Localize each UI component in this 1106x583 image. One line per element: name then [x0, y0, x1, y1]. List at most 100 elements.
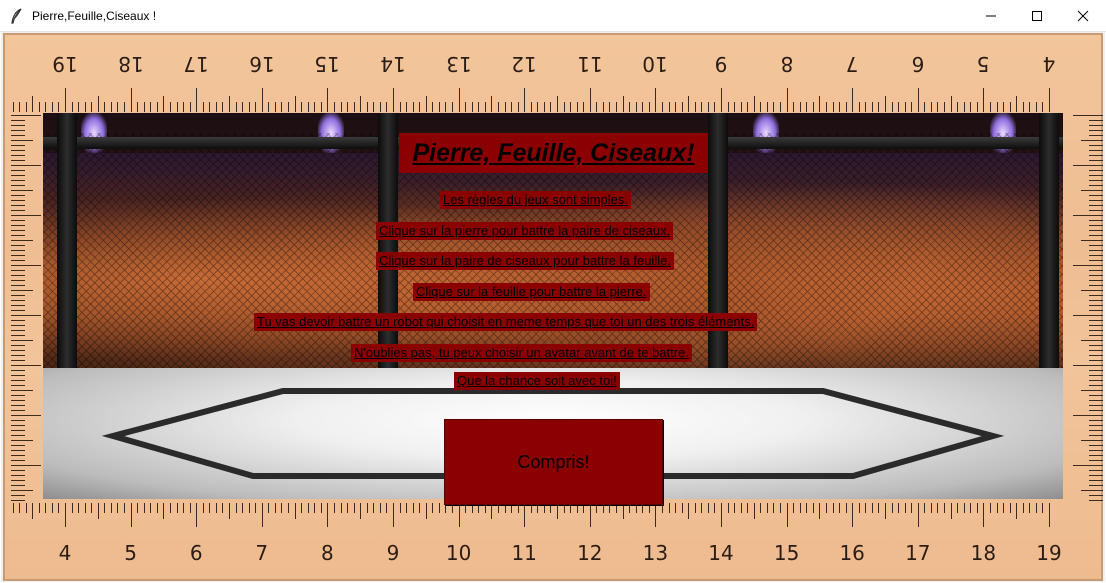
ruler-tick	[1089, 300, 1103, 301]
ruler-tick	[11, 360, 25, 361]
close-button[interactable]	[1060, 0, 1106, 32]
ruler-tick	[196, 88, 198, 112]
minimize-button[interactable]	[968, 0, 1014, 32]
ruler-tick	[1073, 465, 1103, 466]
ruler-tick	[714, 102, 716, 112]
ruler-tick	[11, 415, 41, 416]
ruler-tick	[996, 503, 998, 513]
ruler-tick	[169, 503, 171, 513]
ruler-tick	[950, 503, 952, 519]
ruler-tick	[353, 503, 355, 513]
ruler-tick	[45, 102, 47, 112]
ruler-tick	[1081, 340, 1103, 341]
ruler-tick	[51, 102, 53, 112]
ruler-tick	[1089, 255, 1103, 256]
ruler-tick	[773, 102, 775, 112]
ruler-tick	[1089, 220, 1103, 221]
ruler-tick	[1073, 265, 1103, 266]
ruler-tick	[11, 265, 41, 266]
ruler-tick	[1089, 395, 1103, 396]
ruler-tick	[11, 455, 25, 456]
ruler-tick	[84, 503, 86, 513]
ruler-tick	[137, 102, 139, 112]
ruler-tick	[1029, 102, 1031, 112]
ruler-tick	[235, 503, 237, 513]
ruler-tick	[11, 180, 25, 181]
ruler-number: 16	[249, 52, 275, 76]
ruler-tick	[307, 102, 309, 112]
ruler-tick	[957, 503, 959, 513]
ruler-number: 17	[183, 52, 209, 76]
ruler-tick	[740, 102, 742, 112]
ruler-tick	[1081, 140, 1103, 141]
ruler-number: 9	[714, 52, 728, 76]
ruler-tick	[780, 503, 782, 513]
ruler-tick	[11, 470, 25, 471]
ruler-tick	[1089, 325, 1103, 326]
ruler-tick	[314, 102, 316, 112]
ruler-tick	[104, 102, 106, 112]
ruler-tick	[885, 96, 886, 112]
ruler-tick	[911, 503, 913, 513]
ruler-tick	[878, 102, 880, 112]
ruler-tick	[11, 200, 25, 201]
ruler-tick	[215, 102, 217, 112]
ruler-tick	[484, 102, 486, 112]
ruler-tick	[602, 102, 604, 112]
ruler-number: 6	[189, 541, 203, 565]
ruler-tick	[989, 503, 991, 513]
ruler-tick	[747, 102, 749, 112]
ruler-number: 7	[255, 541, 269, 565]
ruler-tick	[320, 503, 322, 513]
ruler-tick	[25, 102, 27, 112]
ruler-tick	[11, 485, 25, 486]
ruler-tick	[117, 503, 119, 513]
compris-button[interactable]: Compris!	[444, 419, 663, 505]
ruler-tick	[11, 405, 25, 406]
ruler-tick	[1042, 503, 1044, 513]
ruler-tick	[1089, 160, 1103, 161]
maximize-button[interactable]	[1014, 0, 1060, 32]
ruler-tick	[904, 503, 906, 513]
ruler-tick	[642, 102, 644, 112]
ruler-tick	[701, 503, 703, 513]
ruler-number: 11	[511, 541, 537, 565]
ruler-tick	[681, 503, 683, 513]
ruler-tick	[11, 410, 25, 411]
ruler-tick	[11, 435, 25, 436]
ruler-tick	[1089, 270, 1103, 271]
ruler-tick	[478, 102, 480, 112]
ruler-tick	[471, 102, 473, 112]
ruler-tick	[1089, 410, 1103, 411]
ruler-tick	[11, 155, 25, 156]
ruler-tick	[1022, 102, 1024, 112]
ruler-tick	[688, 503, 690, 519]
ruler-tick	[51, 503, 53, 513]
ruler-tick	[393, 88, 394, 112]
ruler-tick	[340, 503, 342, 513]
ruler-number: 13	[445, 52, 472, 76]
ruler-tick	[511, 102, 513, 112]
ruler-tick	[845, 503, 847, 513]
ruler-tick	[169, 102, 171, 112]
ruler-tick	[124, 503, 126, 513]
ruler-tick	[386, 102, 388, 112]
ruler-tick	[825, 503, 827, 513]
ruler-tick	[11, 370, 25, 371]
ruler-tick	[1089, 320, 1103, 321]
ruler-tick	[1073, 165, 1103, 166]
ruler-tick	[694, 503, 696, 513]
ruler-bottom: 4 5 6 7 8 9 10 11 12 13 14 15 16 17 18 19	[9, 501, 1105, 581]
ruler-tick	[373, 503, 375, 513]
ruler-tick	[11, 325, 25, 326]
ruler-tick	[983, 88, 985, 112]
ruler-tick	[163, 96, 165, 112]
ruler-tick	[71, 503, 73, 513]
ruler-tick	[11, 280, 25, 281]
ruler-tick	[1081, 290, 1103, 291]
ruler-tick	[124, 102, 126, 112]
ruler-tick	[25, 503, 27, 513]
ruler-tick	[11, 210, 25, 211]
ruler-tick	[753, 503, 755, 519]
ruler-tick	[793, 102, 795, 112]
